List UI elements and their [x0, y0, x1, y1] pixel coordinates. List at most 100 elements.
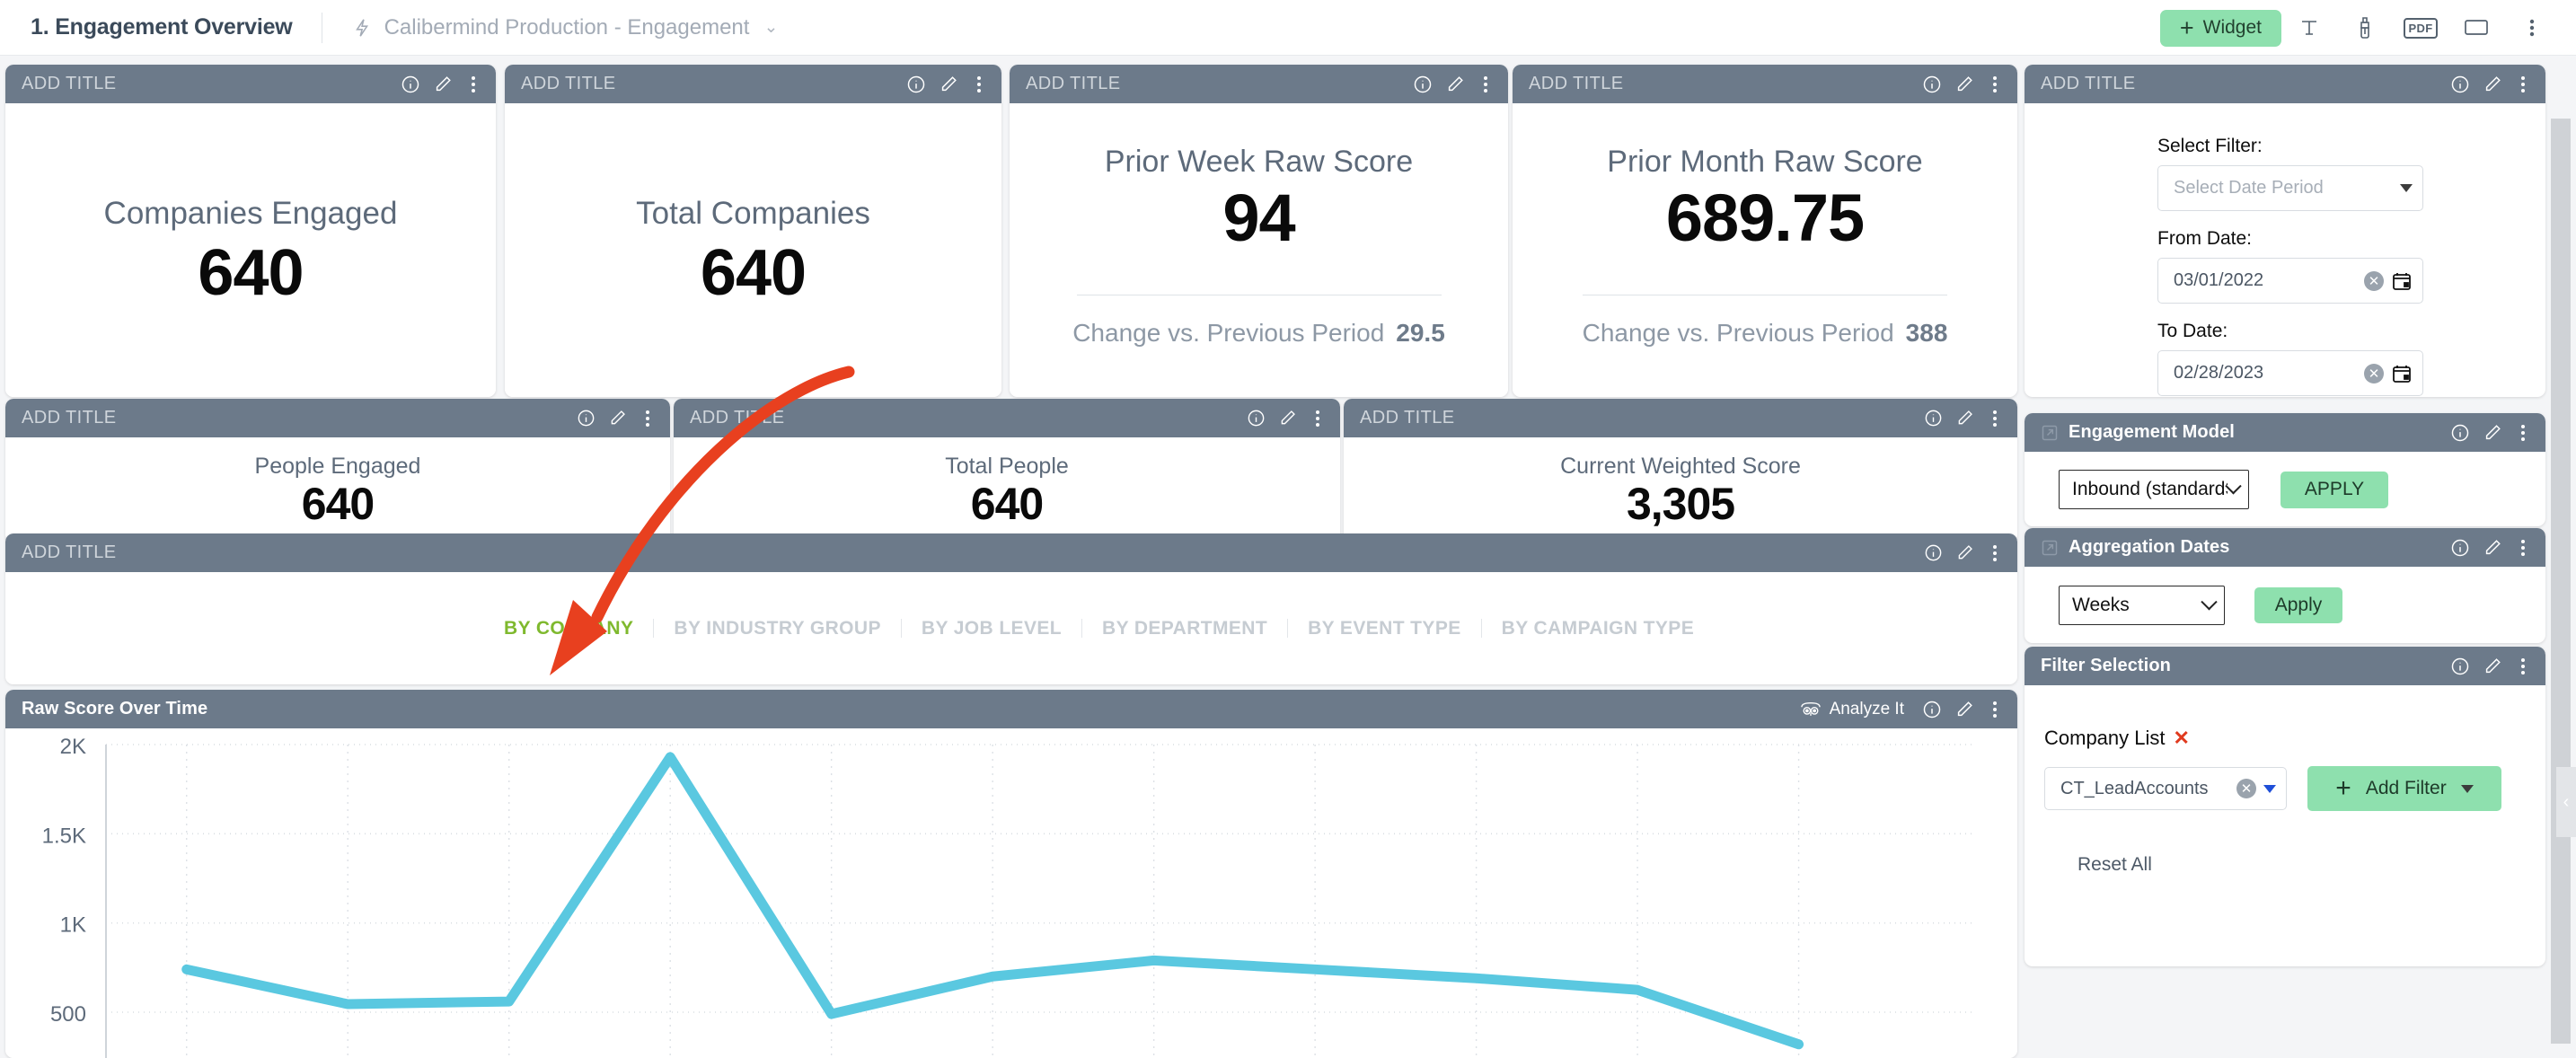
info-icon[interactable] [401, 75, 420, 94]
card-more-icon[interactable] [971, 74, 987, 95]
info-icon[interactable] [906, 75, 926, 94]
card-more-icon[interactable] [1478, 74, 1494, 95]
clear-icon[interactable]: ✕ [2364, 270, 2384, 291]
kpi-card-total-people[interactable]: ADD TITLE Total People 640 [674, 399, 1340, 542]
dashboard-canvas: ADD TITLE Companies Engaged 640 ADD TITL… [0, 56, 2576, 1058]
company-list-value: CT_LeadAccounts [2060, 778, 2209, 798]
card-more-icon[interactable] [1310, 408, 1326, 429]
aggregation-dates-select[interactable]: Weeks [2059, 586, 2225, 625]
kpi-card-people-engaged[interactable]: ADD TITLE People Engaged 640 [5, 399, 670, 542]
analyze-it-button[interactable]: Analyze It [1799, 700, 1904, 719]
dataset-selector[interactable]: Calibermind Production - Engagement ⌄ [353, 15, 778, 40]
filter-selection-card[interactable]: Filter Selection Company List ✕ CT_LeadA… [2025, 647, 2545, 966]
tab-by-job-level[interactable]: BY JOB LEVEL [902, 619, 1082, 638]
edit-pencil-icon[interactable] [1955, 543, 1974, 562]
card-title: ADD TITLE [22, 542, 117, 562]
card-more-icon[interactable] [2515, 422, 2531, 444]
to-date-field[interactable]: 02/28/2023 ✕ [2157, 350, 2423, 396]
analyze-it-label: Analyze It [1829, 699, 1904, 719]
pdf-export-icon[interactable]: PDF [2393, 0, 2448, 56]
card-more-icon[interactable] [2515, 537, 2531, 559]
info-icon[interactable] [2450, 538, 2470, 558]
pdf-label: PDF [2403, 17, 2439, 39]
tab-by-event-type[interactable]: BY EVENT TYPE [1288, 619, 1482, 638]
svg-text:1.5K: 1.5K [42, 824, 86, 848]
text-tool-icon[interactable] [2281, 0, 2337, 56]
kpi-card-companies-engaged[interactable]: ADD TITLE Companies Engaged 640 [5, 65, 496, 397]
edit-pencil-icon[interactable] [1954, 75, 1974, 94]
engagement-model-apply-button[interactable]: APPLY [2280, 471, 2388, 508]
info-icon[interactable] [1922, 75, 1942, 94]
card-content: Current Weighted Score 3,305 [1344, 437, 2017, 542]
company-list-select[interactable]: CT_LeadAccounts ✕ [2044, 767, 2287, 810]
add-filter-button[interactable]: + Add Filter [2307, 766, 2501, 811]
card-header: Filter Selection [2025, 647, 2545, 685]
edit-pencil-icon[interactable] [2483, 657, 2502, 676]
info-icon[interactable] [2450, 75, 2470, 94]
info-icon[interactable] [2450, 657, 2470, 676]
edit-pencil-icon[interactable] [2483, 75, 2502, 94]
info-icon[interactable] [2450, 423, 2470, 443]
info-icon[interactable] [1924, 543, 1943, 562]
add-widget-button[interactable]: + Widget [2159, 9, 2281, 47]
tab-by-campaign-type[interactable]: BY CAMPAIGN TYPE [1482, 619, 1714, 638]
card-header: ADD TITLE [2025, 65, 2545, 103]
tab-by-company[interactable]: BY COMPANY [484, 619, 655, 638]
card-content: BY COMPANY BY INDUSTRY GROUP BY JOB LEVE… [5, 572, 2017, 684]
collapse-panel-button[interactable]: ‹ [2556, 767, 2576, 837]
info-icon[interactable] [577, 409, 595, 428]
info-icon[interactable] [1413, 75, 1433, 94]
info-icon[interactable] [1247, 409, 1266, 428]
card-more-icon[interactable] [1987, 542, 2003, 564]
edit-pencil-icon[interactable] [2483, 423, 2502, 443]
breakdown-tabs-card[interactable]: ADD TITLE BY COMPANY BY INDUSTRY GROUP B… [5, 533, 2017, 684]
edit-pencil-icon[interactable] [608, 409, 627, 428]
card-header-tools [577, 408, 656, 429]
date-period-select[interactable]: Select Date Period [2157, 165, 2423, 211]
from-date-field[interactable]: 03/01/2022 ✕ [2157, 258, 2423, 304]
kpi-card-prior-month-raw-score[interactable]: ADD TITLE Prior Month Raw Score 689.75 C… [1513, 65, 2017, 397]
card-more-icon[interactable] [1987, 699, 2003, 720]
kpi-change: Change vs. Previous Period 388 [1583, 319, 1948, 348]
edit-pencil-icon[interactable] [939, 75, 958, 94]
edit-pencil-icon[interactable] [433, 75, 453, 94]
clear-icon[interactable]: ✕ [2364, 363, 2384, 384]
card-header-tools [2450, 74, 2531, 95]
card-header-tools [906, 74, 987, 95]
remove-filter-icon[interactable]: ✕ [2174, 727, 2190, 750]
date-filter-card[interactable]: ADD TITLE Select Filter: Select Date Per… [2025, 65, 2545, 397]
engagement-model-select[interactable]: Inbound (standard365 [2059, 470, 2249, 509]
tab-by-department[interactable]: BY DEPARTMENT [1082, 619, 1289, 638]
vertical-scrollbar[interactable] [2551, 119, 2571, 1044]
aggregation-dates-apply-button[interactable]: Apply [2254, 587, 2342, 623]
kpi-card-current-weighted-score[interactable]: ADD TITLE Current Weighted Score 3,305 [1344, 399, 2017, 542]
reset-all-link[interactable]: Reset All [2078, 854, 2545, 876]
kpi-label: Total Companies [636, 195, 870, 231]
kpi-card-total-companies[interactable]: ADD TITLE Total Companies 640 [505, 65, 1001, 397]
more-options-icon[interactable] [2504, 0, 2560, 56]
card-more-icon[interactable] [2515, 656, 2531, 677]
card-more-icon[interactable] [1987, 408, 2003, 429]
card-more-icon[interactable] [1987, 74, 2003, 95]
edit-pencil-icon[interactable] [1278, 409, 1297, 428]
kpi-value: 94 [1222, 181, 1295, 255]
card-more-icon[interactable] [2515, 74, 2531, 95]
tab-by-industry-group[interactable]: BY INDUSTRY GROUP [654, 619, 902, 638]
info-icon[interactable] [1924, 409, 1943, 428]
edit-pencil-icon[interactable] [1445, 75, 1465, 94]
edit-pencil-icon[interactable] [1954, 700, 1974, 719]
card-more-icon[interactable] [640, 408, 656, 429]
edit-pencil-icon[interactable] [2483, 538, 2502, 558]
chart-card-raw-score-over-time[interactable]: Raw Score Over Time Analyze It 500 1K 1.… [5, 690, 2017, 1058]
aggregation-dates-card[interactable]: Aggregation Dates Weeks Apply [2025, 528, 2545, 643]
info-icon[interactable] [1922, 700, 1942, 719]
kpi-card-prior-week-raw-score[interactable]: ADD TITLE Prior Week Raw Score 94 Change… [1010, 65, 1508, 397]
engagement-model-card[interactable]: Engagement Model Inbound (standard365 AP… [2025, 413, 2545, 526]
presentation-mode-icon[interactable] [2448, 0, 2504, 56]
card-more-icon[interactable] [465, 74, 481, 95]
calendar-icon[interactable] [2391, 270, 2413, 292]
clear-icon[interactable]: ✕ [2236, 779, 2256, 798]
calendar-icon[interactable] [2391, 363, 2413, 384]
paint-brush-icon[interactable] [2337, 0, 2393, 56]
edit-pencil-icon[interactable] [1955, 409, 1974, 428]
